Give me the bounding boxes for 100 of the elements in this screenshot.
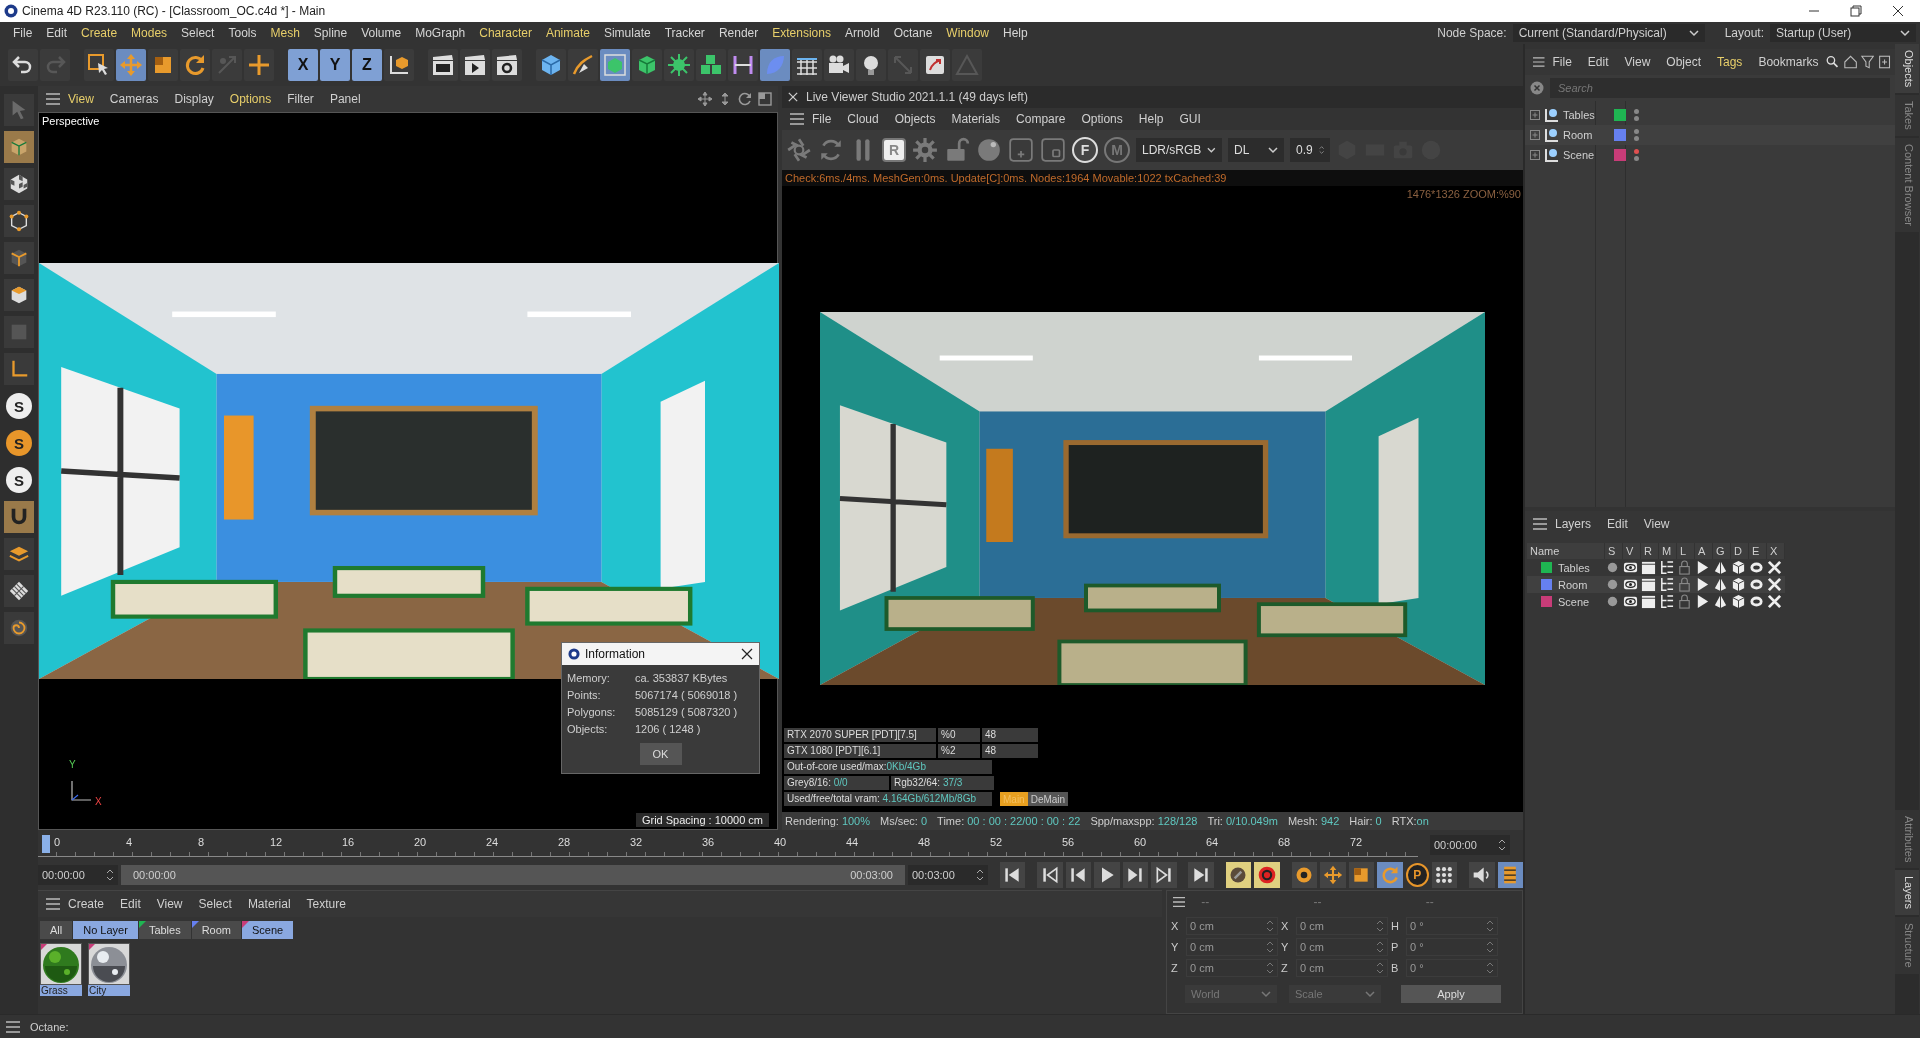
layer-filter-tab[interactable]: Scene — [242, 921, 294, 939]
menu-item[interactable]: Mesh — [263, 26, 307, 40]
side-tab[interactable]: Objects — [1895, 44, 1919, 94]
menu-item[interactable]: GUI — [1171, 112, 1209, 126]
frame-label: 24 — [486, 836, 499, 848]
time-field[interactable]: 00:00:00 — [1430, 835, 1510, 855]
layout-dropdown[interactable]: Startup (User) — [1770, 24, 1916, 42]
value-field[interactable]: 0 ° — [1406, 917, 1498, 935]
start-time-field[interactable]: 00:00:00 — [38, 865, 118, 885]
side-tab[interactable]: Structure — [1895, 917, 1919, 974]
menu-item[interactable]: Help — [1130, 112, 1172, 126]
axis-lock-button[interactable]: Y — [320, 49, 350, 81]
snap-button[interactable]: S — [6, 430, 32, 456]
menu-item[interactable]: Display — [166, 92, 222, 106]
object-name[interactable]: Scene — [1563, 149, 1605, 161]
menu-item[interactable]: Edit — [39, 26, 75, 40]
menu-item[interactable]: Render — [711, 26, 766, 40]
node-space-dropdown[interactable]: Current (Standard/Physical) — [1512, 24, 1705, 42]
apply-button[interactable]: Apply — [1401, 985, 1501, 1003]
menu-item[interactable]: Tracker — [657, 26, 712, 40]
menu-item[interactable]: Select — [190, 897, 240, 911]
menu-item[interactable]: MoGraph — [408, 26, 473, 40]
material-swatch[interactable]: City — [88, 943, 130, 996]
menu-item[interactable]: Tags — [1709, 55, 1751, 69]
menu-item[interactable]: Help — [996, 26, 1035, 40]
object-name[interactable]: Room — [1563, 129, 1605, 141]
menu-item[interactable]: View — [148, 897, 191, 911]
menu-item[interactable]: Bookmarks — [1750, 55, 1827, 69]
layer-filter-tab[interactable]: All — [40, 921, 73, 939]
value-field[interactable]: 0 cm — [1186, 917, 1278, 935]
menu-item[interactable]: Object — [1658, 55, 1709, 69]
render-tab[interactable]: DeMain — [1027, 792, 1069, 806]
snap-button[interactable]: S — [6, 393, 32, 419]
dropdown[interactable]: DL — [1228, 138, 1284, 162]
menu-item[interactable]: Tools — [221, 26, 264, 40]
menu-item[interactable]: Octane — [886, 26, 940, 40]
timeline-ruler[interactable]: 0 4 8 12 16 20 24 28 32 36 40 44 48 52 56 60 64 68 72 — [38, 833, 1418, 857]
render-tool-button[interactable]: F — [1072, 137, 1098, 163]
snap-button[interactable]: S — [6, 467, 32, 493]
menu-item[interactable]: Create — [74, 26, 125, 40]
menu-item[interactable]: Extensions — [765, 26, 838, 40]
menu-item[interactable]: Modes — [124, 26, 175, 40]
value-field[interactable]: 0 cm — [1296, 959, 1388, 977]
side-tab[interactable]: Takes — [1895, 95, 1919, 137]
menu-item[interactable]: Panel — [321, 92, 369, 106]
layer-filter-tab[interactable]: Tables — [138, 921, 191, 939]
side-tab[interactable]: Layers — [1895, 870, 1919, 916]
menu-item[interactable]: Spline — [306, 26, 355, 40]
menu-item[interactable]: Objects — [886, 112, 944, 126]
layer-filter-tab[interactable]: No Layer — [73, 921, 138, 939]
menu-item[interactable]: View — [1616, 55, 1659, 69]
side-tab[interactable]: Attributes — [1895, 809, 1919, 869]
menu-item[interactable]: Select — [174, 26, 222, 40]
menu-item[interactable]: Materials — [943, 112, 1009, 126]
menu-item[interactable]: Animate — [538, 26, 597, 40]
value-field[interactable]: 0 cm — [1186, 959, 1278, 977]
side-tab[interactable]: Content Browser — [1895, 138, 1919, 232]
layer-filter-tab[interactable]: Room — [191, 921, 241, 939]
menu-item[interactable]: Character — [472, 26, 539, 40]
menu-item[interactable]: File — [1544, 55, 1580, 69]
menu-item[interactable]: Window — [939, 26, 996, 40]
menu-item[interactable]: File — [804, 112, 840, 126]
axis-lock-button[interactable]: Z — [352, 49, 382, 81]
number-field[interactable]: 0.9 — [1290, 138, 1330, 162]
menu-item[interactable]: Cloud — [839, 112, 887, 126]
menu-item[interactable]: Layers — [1547, 517, 1600, 531]
material-swatch[interactable]: Grass — [40, 943, 82, 996]
dropdown[interactable]: LDR/sRGB — [1136, 138, 1222, 162]
menu-item[interactable]: File — [6, 26, 40, 40]
menu-item[interactable]: Create — [60, 897, 113, 911]
menu-item[interactable]: Options — [1073, 112, 1131, 126]
value-field[interactable]: 0 cm — [1186, 938, 1278, 956]
menu-item[interactable]: Texture — [298, 897, 354, 911]
object-name[interactable]: Tables — [1563, 109, 1605, 121]
menu-item[interactable]: Volume — [354, 26, 409, 40]
layer-name[interactable]: Scene — [1558, 595, 1590, 608]
parameter-button[interactable]: P — [1405, 863, 1429, 887]
menu-item[interactable]: Compare — [1008, 112, 1074, 126]
search-field[interactable]: Search — [1550, 78, 1890, 98]
end-time-field[interactable]: 00:03:00 — [908, 865, 988, 885]
value-field[interactable]: 0 ° — [1406, 959, 1498, 977]
menu-item[interactable]: View — [1635, 517, 1678, 531]
layer-name[interactable]: Tables — [1558, 561, 1590, 574]
menu-item[interactable]: Filter — [279, 92, 322, 106]
value-field[interactable]: 0 cm — [1296, 938, 1388, 956]
menu-item[interactable]: Material — [239, 897, 299, 911]
menu-item[interactable]: Edit — [1599, 517, 1636, 531]
menu-item[interactable]: Edit — [112, 897, 149, 911]
axis-lock-button[interactable]: X — [288, 49, 318, 81]
range-slider[interactable]: 00:00:00 00:03:00 — [121, 865, 905, 885]
value-field[interactable]: 0 ° — [1406, 938, 1498, 956]
menu-item[interactable]: Edit — [1579, 55, 1617, 69]
menu-item[interactable]: Cameras — [101, 92, 167, 106]
menu-item[interactable]: Arnold — [837, 26, 887, 40]
menu-item[interactable]: View — [60, 92, 102, 106]
value-field[interactable]: 0 cm — [1296, 917, 1388, 935]
ok-button[interactable]: OK — [639, 743, 682, 765]
menu-item[interactable]: Options — [221, 92, 280, 106]
frame-label: 52 — [990, 836, 1003, 848]
menu-item[interactable]: Simulate — [596, 26, 658, 40]
